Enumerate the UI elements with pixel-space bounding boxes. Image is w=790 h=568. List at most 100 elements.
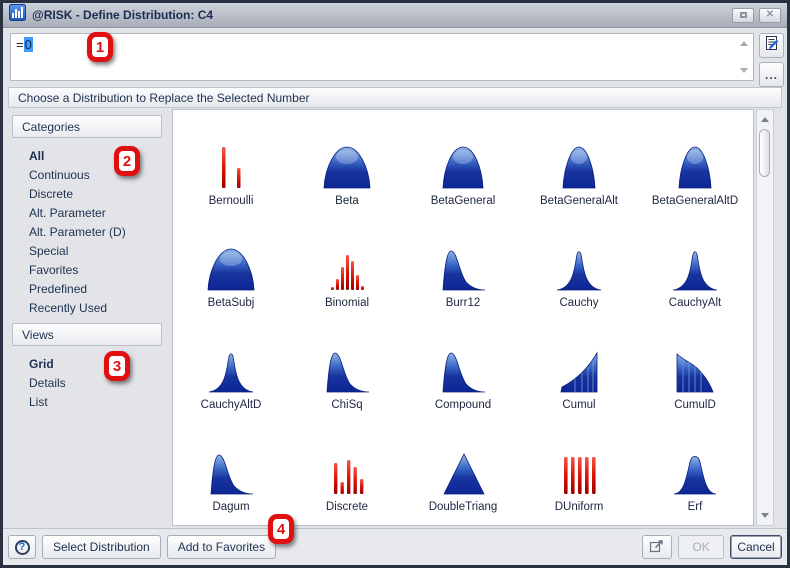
binomial-distribution-icon: [315, 244, 379, 294]
scroll-down-icon[interactable]: [761, 513, 769, 518]
close-button[interactable]: ✕: [759, 8, 781, 23]
distribution-tile-erf[interactable]: Erf: [637, 420, 753, 522]
distribution-tile-betageneralaltd[interactable]: BetaGeneralAltD: [637, 114, 753, 216]
maximize-icon: [740, 12, 747, 18]
views-list: GridDetailsList: [17, 354, 165, 411]
distribution-tile-burr12[interactable]: Burr12: [405, 216, 521, 318]
cauchyalt-distribution-icon: [663, 244, 727, 294]
doubletriang-distribution-icon: [431, 448, 495, 498]
formula-scroll-down-icon[interactable]: [740, 68, 748, 73]
callout-4-badge: 4: [268, 514, 294, 544]
distribution-tile-duniform[interactable]: DUniform: [521, 420, 637, 522]
distribution-label: CauchyAltD: [201, 399, 262, 411]
discrete-distribution-icon: [315, 448, 379, 498]
edit-formula-icon: [764, 35, 780, 56]
distribution-label: Burr12: [446, 297, 481, 309]
add-to-favorites-button[interactable]: Add to Favorites: [167, 535, 276, 559]
distribution-label: ChiSq: [331, 399, 362, 411]
formula-scroll-up-icon[interactable]: [740, 41, 748, 46]
titlebar: @RISK - Define Distribution: C4 ✕: [3, 3, 787, 28]
ok-button[interactable]: OK: [678, 535, 724, 559]
distribution-tile-cauchyalt[interactable]: CauchyAlt: [637, 216, 753, 318]
views-header[interactable]: Views: [12, 323, 162, 346]
category-discrete[interactable]: Discrete: [17, 184, 165, 203]
formula-prefix: =: [16, 37, 24, 52]
distribution-tile-betageneral[interactable]: BetaGeneral: [405, 114, 521, 216]
help-button[interactable]: ?: [8, 535, 36, 559]
chisq-distribution-icon: [315, 346, 379, 396]
distribution-tile-cauchyaltd[interactable]: CauchyAltD: [173, 318, 289, 420]
distribution-tile-compound[interactable]: Compound: [405, 318, 521, 420]
vertical-scrollbar[interactable]: [756, 109, 774, 526]
distribution-label: BetaGeneralAltD: [652, 195, 738, 207]
close-icon: ✕: [766, 10, 774, 20]
cumul-distribution-icon: [547, 346, 611, 396]
cancel-button[interactable]: Cancel: [730, 535, 782, 559]
distribution-tile-cauchy[interactable]: Cauchy: [521, 216, 637, 318]
distribution-tile-beta[interactable]: Beta: [289, 114, 405, 216]
distribution-tile-dagum[interactable]: Dagum: [173, 420, 289, 522]
distribution-label: BetaGeneralAlt: [540, 195, 618, 207]
app-icon: [9, 4, 26, 26]
view-details[interactable]: Details: [17, 373, 165, 392]
distribution-tile-chisq[interactable]: ChiSq: [289, 318, 405, 420]
distribution-tile-doubletriang[interactable]: DoubleTriang: [405, 420, 521, 522]
betageneral-distribution-icon: [431, 142, 495, 192]
category-alt-parameter-d[interactable]: Alt. Parameter (D): [17, 222, 165, 241]
category-favorites[interactable]: Favorites: [17, 260, 165, 279]
distribution-label: Dagum: [212, 501, 249, 513]
formula-input[interactable]: =0: [10, 33, 754, 81]
distribution-label: CumulD: [674, 399, 716, 411]
distribution-label: Compound: [435, 399, 491, 411]
category-special[interactable]: Special: [17, 241, 165, 260]
betageneralaltd-distribution-icon: [663, 142, 727, 192]
category-predefined[interactable]: Predefined: [17, 279, 165, 298]
category-continuous[interactable]: Continuous: [17, 165, 165, 184]
distribution-tile-bernoulli[interactable]: Bernoulli: [173, 114, 289, 216]
betasubj-distribution-icon: [199, 244, 263, 294]
define-distribution-dialog: @RISK - Define Distribution: C4 ✕ =0 ...…: [0, 0, 790, 568]
distribution-tile-betageneralalt[interactable]: BetaGeneralAlt: [521, 114, 637, 216]
compound-distribution-icon: [431, 346, 495, 396]
export-icon: [649, 539, 665, 556]
distribution-label: DoubleTriang: [429, 501, 498, 513]
duniform-distribution-icon: [547, 448, 611, 498]
distribution-label: CauchyAlt: [669, 297, 721, 309]
category-all[interactable]: All: [17, 146, 165, 165]
distribution-tile-cumul[interactable]: Cumul: [521, 318, 637, 420]
view-list[interactable]: List: [17, 392, 165, 411]
categories-header[interactable]: Categories: [12, 115, 162, 138]
maximize-button[interactable]: [732, 8, 754, 23]
distribution-label: Cumul: [562, 399, 595, 411]
distribution-label: Bernoulli: [209, 195, 254, 207]
category-recently-used[interactable]: Recently Used: [17, 298, 165, 317]
section-header: Choose a Distribution to Replace the Sel…: [8, 87, 782, 108]
more-options-button[interactable]: ...: [759, 62, 784, 87]
distribution-label: Binomial: [325, 297, 369, 309]
export-button[interactable]: [642, 535, 672, 559]
distribution-label: Erf: [688, 501, 703, 513]
distribution-grid: Bernoulli Beta BetaGeneral BetaGeneralAlt Be…: [172, 109, 754, 526]
scrollbar-thumb[interactable]: [759, 129, 770, 177]
scroll-up-icon[interactable]: [761, 117, 769, 122]
distribution-tile-cumuld[interactable]: CumulD: [637, 318, 753, 420]
cauchyaltd-distribution-icon: [199, 346, 263, 396]
distribution-label: BetaSubj: [208, 297, 255, 309]
beta-distribution-icon: [315, 142, 379, 192]
formula-selected-value: 0: [24, 37, 33, 52]
edit-formula-button[interactable]: [759, 33, 784, 58]
erf-distribution-icon: [663, 448, 727, 498]
view-grid[interactable]: Grid: [17, 354, 165, 373]
distribution-tile-binomial[interactable]: Binomial: [289, 216, 405, 318]
betageneralalt-distribution-icon: [547, 142, 611, 192]
dagum-distribution-icon: [199, 448, 263, 498]
category-alt-parameter[interactable]: Alt. Parameter: [17, 203, 165, 222]
categories-list: AllContinuousDiscreteAlt. ParameterAlt. …: [17, 146, 165, 317]
distribution-label: BetaGeneral: [431, 195, 496, 207]
select-distribution-button[interactable]: Select Distribution: [42, 535, 161, 559]
distribution-tile-discrete[interactable]: Discrete: [289, 420, 405, 522]
statusbar: ? Select Distribution Add to Favorites O…: [3, 528, 787, 565]
distribution-tile-betasubj[interactable]: BetaSubj: [173, 216, 289, 318]
help-icon: ?: [15, 540, 30, 555]
callout-2-badge: 2: [114, 146, 140, 176]
